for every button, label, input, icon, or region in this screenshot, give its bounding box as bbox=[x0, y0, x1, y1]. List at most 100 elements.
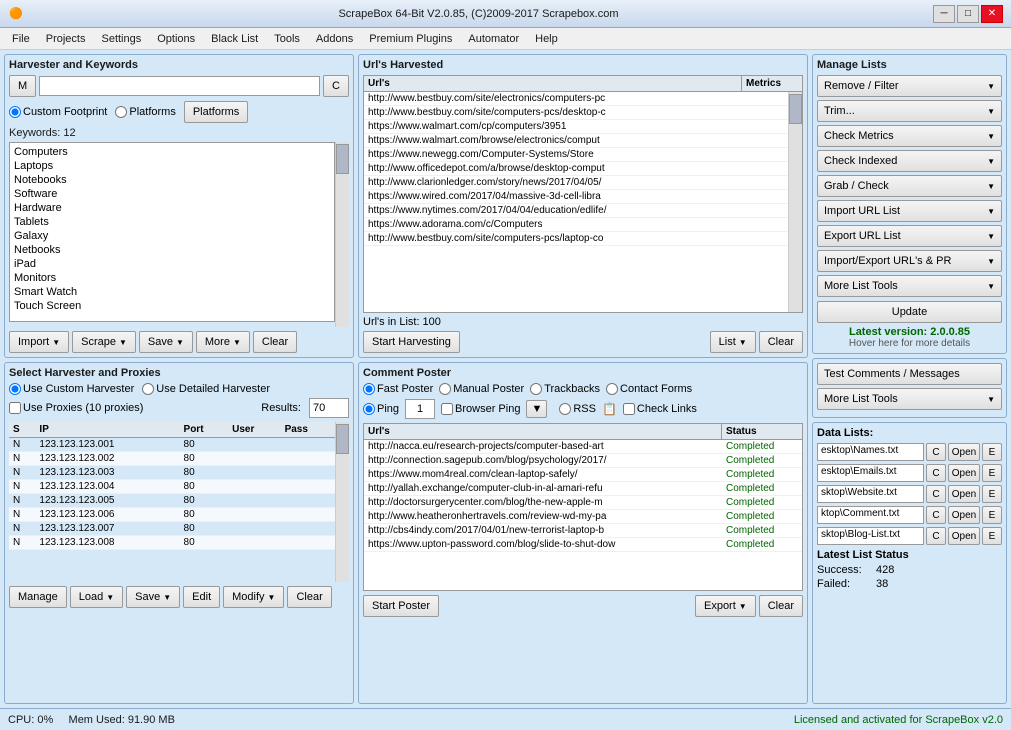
fast-poster-label[interactable]: Fast Poster bbox=[363, 383, 433, 395]
manual-poster-radio[interactable] bbox=[439, 383, 451, 395]
save-button[interactable]: Save ▼ bbox=[139, 331, 193, 353]
trim-button[interactable]: Trim... ▼ bbox=[817, 100, 1002, 122]
check-metrics-button[interactable]: Check Metrics ▼ bbox=[817, 125, 1002, 147]
harvester-input[interactable] bbox=[39, 76, 320, 96]
proxy-row[interactable]: N123.123.123.00780 bbox=[9, 522, 335, 536]
data-list-open-button[interactable]: Open bbox=[948, 527, 980, 545]
keyword-item[interactable]: Touch Screen bbox=[12, 299, 332, 313]
ping-input[interactable] bbox=[405, 399, 435, 419]
update-button[interactable]: Update bbox=[817, 301, 1002, 323]
data-list-c-button[interactable]: C bbox=[926, 506, 946, 524]
menu-help[interactable]: Help bbox=[527, 31, 566, 47]
platforms-radio[interactable] bbox=[115, 106, 127, 118]
url-item[interactable]: https://www.walmart.com/cp/computers/395… bbox=[364, 120, 788, 134]
url-item[interactable]: http://www.clarionledger.com/story/news/… bbox=[364, 176, 788, 190]
use-proxies-checkbox[interactable] bbox=[9, 402, 21, 414]
rss-radio[interactable] bbox=[559, 403, 571, 415]
data-list-e-button[interactable]: E bbox=[982, 506, 1002, 524]
menu-file[interactable]: File bbox=[4, 31, 38, 47]
keywords-scrollbar[interactable] bbox=[335, 142, 349, 327]
ping-radio[interactable] bbox=[363, 403, 375, 415]
proxy-table-scroll[interactable]: S IP Port User Pass N123.123.123.00180N1… bbox=[9, 422, 335, 582]
minimize-button[interactable]: ─ bbox=[933, 5, 955, 23]
scrape-button[interactable]: Scrape ▼ bbox=[72, 331, 136, 353]
proxy-load-button[interactable]: Load ▼ bbox=[70, 586, 123, 608]
menu-tools[interactable]: Tools bbox=[266, 31, 308, 47]
remove-filter-button[interactable]: Remove / Filter ▼ bbox=[817, 75, 1002, 97]
more-list-tools-2-button[interactable]: More List Tools ▼ bbox=[817, 388, 1002, 410]
menu-blacklist[interactable]: Black List bbox=[203, 31, 266, 47]
keywords-list[interactable]: ComputersLaptopsNotebooksSoftwareHardwar… bbox=[9, 142, 335, 322]
contact-forms-label[interactable]: Contact Forms bbox=[606, 383, 692, 395]
test-comments-button[interactable]: Test Comments / Messages bbox=[817, 363, 1002, 385]
data-list-open-button[interactable]: Open bbox=[948, 485, 980, 503]
detailed-harvester-label[interactable]: Use Detailed Harvester bbox=[142, 383, 270, 395]
data-list-e-button[interactable]: E bbox=[982, 485, 1002, 503]
url-item[interactable]: https://www.newegg.com/Computer-Systems/… bbox=[364, 148, 788, 162]
import-export-pr-button[interactable]: Import/Export URL's & PR ▼ bbox=[817, 250, 1002, 272]
keyword-item[interactable]: Monitors bbox=[12, 271, 332, 285]
contact-forms-radio[interactable] bbox=[606, 383, 618, 395]
data-list-e-button[interactable]: E bbox=[982, 464, 1002, 482]
proxy-row[interactable]: N123.123.123.00680 bbox=[9, 508, 335, 522]
keyword-item[interactable]: Galaxy bbox=[12, 229, 332, 243]
comment-url-list[interactable]: http://nacca.eu/research-projects/comput… bbox=[364, 440, 802, 590]
maximize-button[interactable]: □ bbox=[957, 5, 979, 23]
keyword-item[interactable]: Laptops bbox=[12, 159, 332, 173]
more-list-tools-button[interactable]: More List Tools ▼ bbox=[817, 275, 1002, 297]
proxy-scrollbar[interactable] bbox=[335, 422, 349, 582]
grab-check-button[interactable]: Grab / Check ▼ bbox=[817, 175, 1002, 197]
keyword-item[interactable]: Smart Watch bbox=[12, 285, 332, 299]
url-item[interactable]: https://www.walmart.com/browse/electroni… bbox=[364, 134, 788, 148]
check-indexed-button[interactable]: Check Indexed ▼ bbox=[817, 150, 1002, 172]
data-list-c-button[interactable]: C bbox=[926, 485, 946, 503]
custom-harvester-radio[interactable] bbox=[9, 383, 21, 395]
url-item[interactable]: https://www.adorama.com/c/Computers bbox=[364, 218, 788, 232]
url-item[interactable]: http://www.bestbuy.com/site/electronics/… bbox=[364, 92, 788, 106]
browser-ping-label[interactable]: Browser Ping bbox=[441, 403, 520, 415]
import-button[interactable]: Import ▼ bbox=[9, 331, 69, 353]
keyword-item[interactable]: Netbooks bbox=[12, 243, 332, 257]
keyword-item[interactable]: Tablets bbox=[12, 215, 332, 229]
proxy-row[interactable]: N123.123.123.00280 bbox=[9, 452, 335, 466]
menu-automator[interactable]: Automator bbox=[460, 31, 527, 47]
proxy-row[interactable]: N123.123.123.00180 bbox=[9, 438, 335, 452]
data-list-c-button[interactable]: C bbox=[926, 443, 946, 461]
detailed-harvester-radio[interactable] bbox=[142, 383, 154, 395]
comment-url-item[interactable]: http://cbs4indy.com/2017/04/01/new-terro… bbox=[364, 524, 802, 538]
rss-label[interactable]: RSS bbox=[559, 403, 596, 415]
keyword-item[interactable]: Software bbox=[12, 187, 332, 201]
data-list-e-button[interactable]: E bbox=[982, 527, 1002, 545]
data-list-c-button[interactable]: C bbox=[926, 464, 946, 482]
url-item[interactable]: http://www.officedepot.com/a/browse/desk… bbox=[364, 162, 788, 176]
proxy-row[interactable]: N123.123.123.00480 bbox=[9, 480, 335, 494]
menu-projects[interactable]: Projects bbox=[38, 31, 94, 47]
platforms-button[interactable]: Platforms bbox=[184, 101, 248, 123]
m-button[interactable]: M bbox=[9, 75, 36, 97]
comment-url-item[interactable]: http://doctorsurgerycenter.com/blog/the-… bbox=[364, 496, 802, 510]
url-item[interactable]: http://www.bestbuy.com/site/computers-pc… bbox=[364, 106, 788, 120]
data-list-open-button[interactable]: Open bbox=[948, 464, 980, 482]
keyword-item[interactable]: iPad bbox=[12, 257, 332, 271]
export-button[interactable]: Export ▼ bbox=[695, 595, 756, 617]
more-button[interactable]: More ▼ bbox=[196, 331, 250, 353]
browser-ping-dropdown[interactable]: ▼ bbox=[526, 400, 547, 418]
close-button[interactable]: ✕ bbox=[981, 5, 1003, 23]
fast-poster-radio[interactable] bbox=[363, 383, 375, 395]
comment-url-item[interactable]: https://www.mom4real.com/clean-laptop-sa… bbox=[364, 468, 802, 482]
url-item[interactable]: http://www.bestbuy.com/site/computers-pc… bbox=[364, 232, 788, 246]
start-poster-button[interactable]: Start Poster bbox=[363, 595, 439, 617]
custom-footprint-label[interactable]: Custom Footprint bbox=[9, 106, 107, 118]
proxy-manage-button[interactable]: Manage bbox=[9, 586, 67, 608]
custom-harvester-label[interactable]: Use Custom Harvester bbox=[9, 383, 134, 395]
results-input[interactable] bbox=[309, 398, 349, 418]
menu-settings[interactable]: Settings bbox=[93, 31, 149, 47]
menu-addons[interactable]: Addons bbox=[308, 31, 361, 47]
check-links-checkbox[interactable] bbox=[623, 403, 635, 415]
custom-footprint-radio[interactable] bbox=[9, 106, 21, 118]
trackbacks-label[interactable]: Trackbacks bbox=[530, 383, 600, 395]
manual-poster-label[interactable]: Manual Poster bbox=[439, 383, 524, 395]
keyword-item[interactable]: Computers bbox=[12, 145, 332, 159]
export-url-button[interactable]: Export URL List ▼ bbox=[817, 225, 1002, 247]
proxy-clear-button[interactable]: Clear bbox=[287, 586, 331, 608]
